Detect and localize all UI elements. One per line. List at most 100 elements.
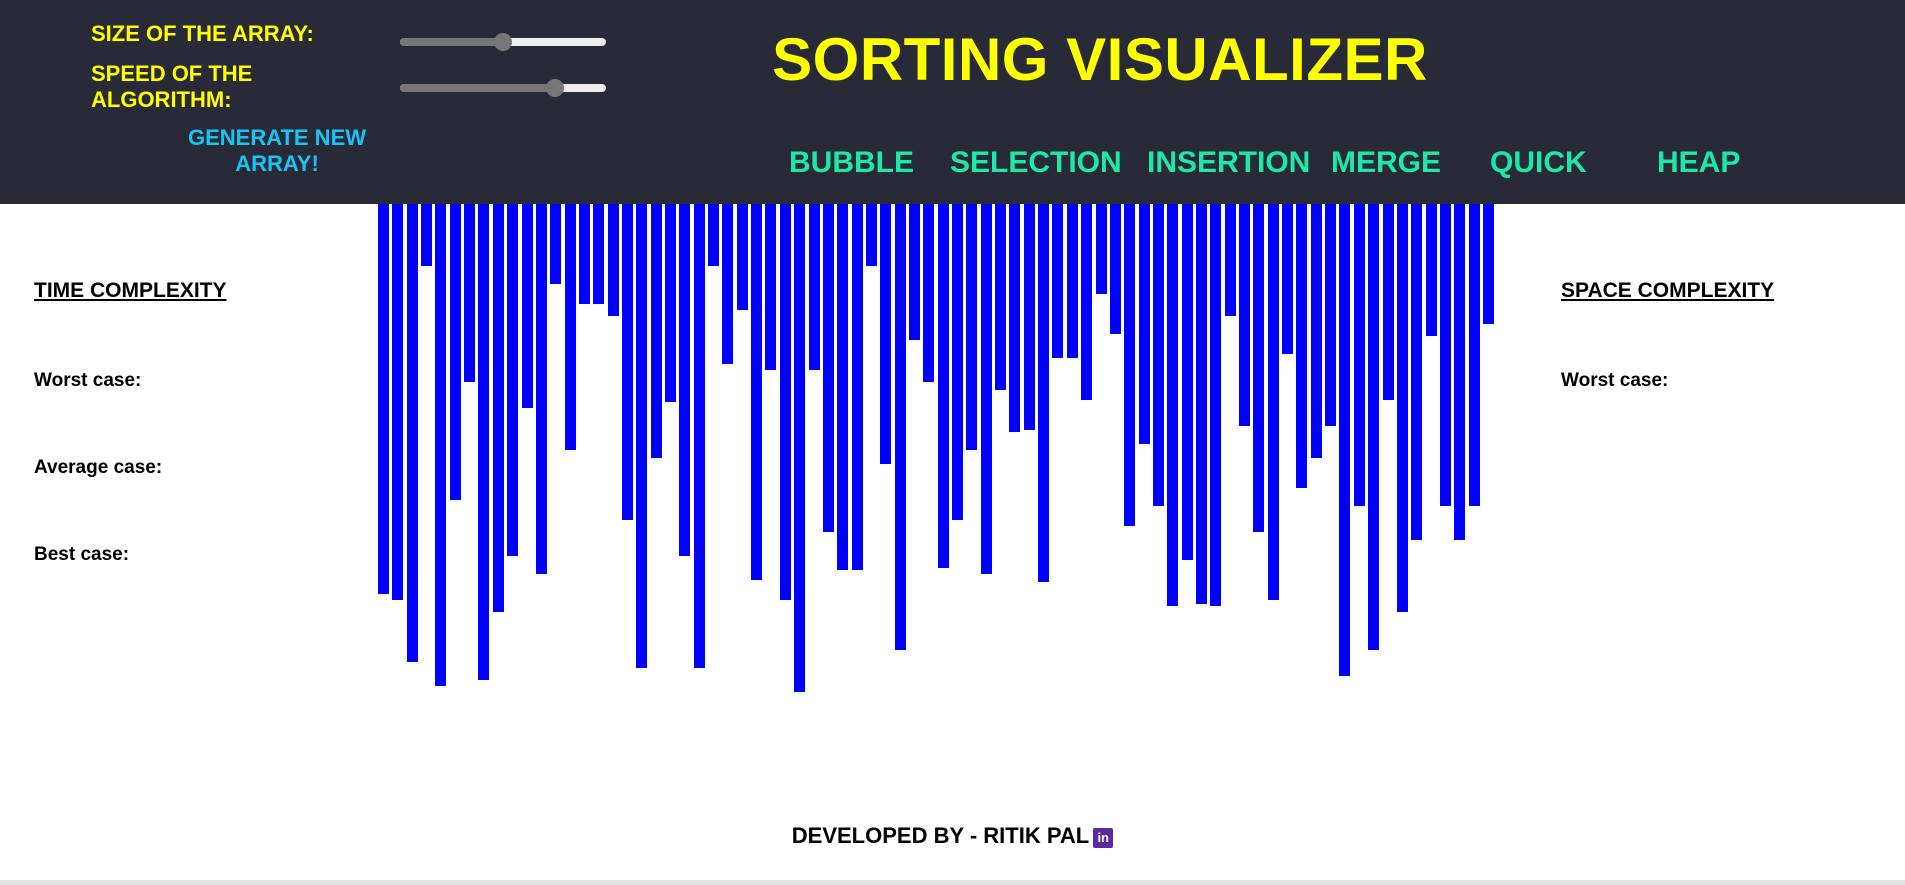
array-bar: [1124, 204, 1136, 526]
array-bar: [722, 204, 734, 364]
array-bar: [1454, 204, 1466, 540]
array-bar: [1224, 204, 1236, 316]
array-bar: [507, 204, 519, 556]
array-bar: [621, 204, 633, 520]
array-bar: [779, 204, 791, 600]
bubble-sort-button[interactable]: BUBBLE: [789, 143, 914, 183]
page-bottom-divider: [0, 880, 1905, 885]
array-bar: [1310, 204, 1322, 458]
array-bar: [478, 204, 490, 680]
array-bar: [1066, 204, 1078, 358]
array-bar: [894, 204, 906, 650]
array-bar: [865, 204, 877, 266]
array-bar: [980, 204, 992, 574]
array-bar: [1138, 204, 1150, 444]
quick-sort-button[interactable]: QUICK: [1490, 143, 1587, 183]
selection-sort-button[interactable]: SELECTION: [950, 143, 1122, 183]
array-bar: [1023, 204, 1035, 430]
array-bar: [1109, 204, 1121, 334]
array-bar: [923, 204, 935, 382]
array-bar: [679, 204, 691, 556]
array-bar: [751, 204, 763, 580]
heap-sort-button[interactable]: HEAP: [1657, 143, 1740, 183]
array-bar: [492, 204, 504, 612]
array-bar: [1482, 204, 1494, 324]
array-bar: [708, 204, 720, 266]
array-bar: [636, 204, 648, 668]
array-bar: [521, 204, 533, 408]
array-bar: [693, 204, 705, 668]
array-bar: [822, 204, 834, 532]
insertion-sort-button[interactable]: INSERTION: [1147, 143, 1310, 183]
array-bar: [1152, 204, 1164, 506]
array-size-slider[interactable]: [400, 21, 606, 61]
array-bar: [593, 204, 605, 304]
array-bar: [435, 204, 447, 686]
array-bar: [1439, 204, 1451, 506]
array-bar: [1382, 204, 1394, 400]
array-size-slider-fill: [400, 38, 503, 46]
array-bar: [1009, 204, 1021, 432]
array-bar: [535, 204, 547, 574]
array-bar: [550, 204, 562, 284]
array-bar: [1167, 204, 1179, 606]
array-bar: [378, 204, 389, 594]
speed-label: SPEED OF THE ALGORITHM:: [91, 61, 253, 112]
array-bar: [1081, 204, 1093, 400]
speed-slider-fill: [400, 84, 555, 92]
array-bar: [1038, 204, 1050, 582]
app-title: SORTING VISUALIZER: [772, 26, 1428, 93]
array-bar: [736, 204, 748, 310]
array-bar: [1296, 204, 1308, 488]
array-size-label: SIZE OF THE ARRAY:: [91, 21, 314, 46]
array-bar: [808, 204, 820, 370]
array-bar: [966, 204, 978, 450]
linkedin-icon[interactable]: in: [1093, 828, 1114, 848]
array-bar: [392, 204, 404, 600]
header: SIZE OF THE ARRAY: SPEED OF THE ALGORITH…: [0, 0, 1905, 204]
array-bar: [564, 204, 576, 450]
array-bar: [794, 204, 806, 692]
array-bar: [1052, 204, 1064, 358]
array-bar: [937, 204, 949, 568]
array-bar: [1425, 204, 1437, 336]
array-bar: [1325, 204, 1337, 426]
array-bar: [665, 204, 676, 402]
array-bar: [1210, 204, 1222, 606]
array-bar: [1282, 204, 1294, 354]
array-bar: [1181, 204, 1193, 560]
array-bar: [837, 204, 849, 570]
array-bar: [578, 204, 590, 304]
speed-slider[interactable]: [400, 67, 606, 107]
array-bar: [851, 204, 863, 570]
footer: DEVELOPED BY - RITIK PAL in: [0, 823, 1905, 849]
array-bar: [1396, 204, 1408, 612]
array-bar: [464, 204, 476, 382]
array-bar: [1468, 204, 1480, 506]
array-bar: [421, 204, 433, 266]
array-bar: [1095, 204, 1107, 294]
array-bar: [1339, 204, 1351, 676]
array-bar: [449, 204, 461, 500]
array-bar: [406, 204, 418, 662]
developer-credit: DEVELOPED BY - RITIK PAL: [791, 823, 1090, 848]
array-bar: [607, 204, 619, 316]
array-bar: [1368, 204, 1380, 650]
speed-slider-thumb[interactable]: [545, 79, 564, 97]
array-bar: [1267, 204, 1279, 600]
merge-sort-button[interactable]: MERGE: [1331, 143, 1441, 183]
array-bar: [1411, 204, 1423, 540]
array-bar: [995, 204, 1007, 390]
array-size-slider-thumb[interactable]: [494, 33, 512, 51]
array-bar: [880, 204, 892, 464]
array-bar: [1353, 204, 1365, 506]
array-bar: [908, 204, 920, 340]
array-bar: [952, 204, 963, 520]
array-bar: [1253, 204, 1265, 532]
array-bar: [765, 204, 777, 370]
array-bar: [1239, 204, 1250, 426]
array-bar: [650, 204, 662, 458]
array-bars-container: [0, 204, 1905, 804]
array-bar: [1195, 204, 1207, 604]
generate-new-array-button[interactable]: GENERATE NEW ARRAY!: [166, 125, 388, 177]
